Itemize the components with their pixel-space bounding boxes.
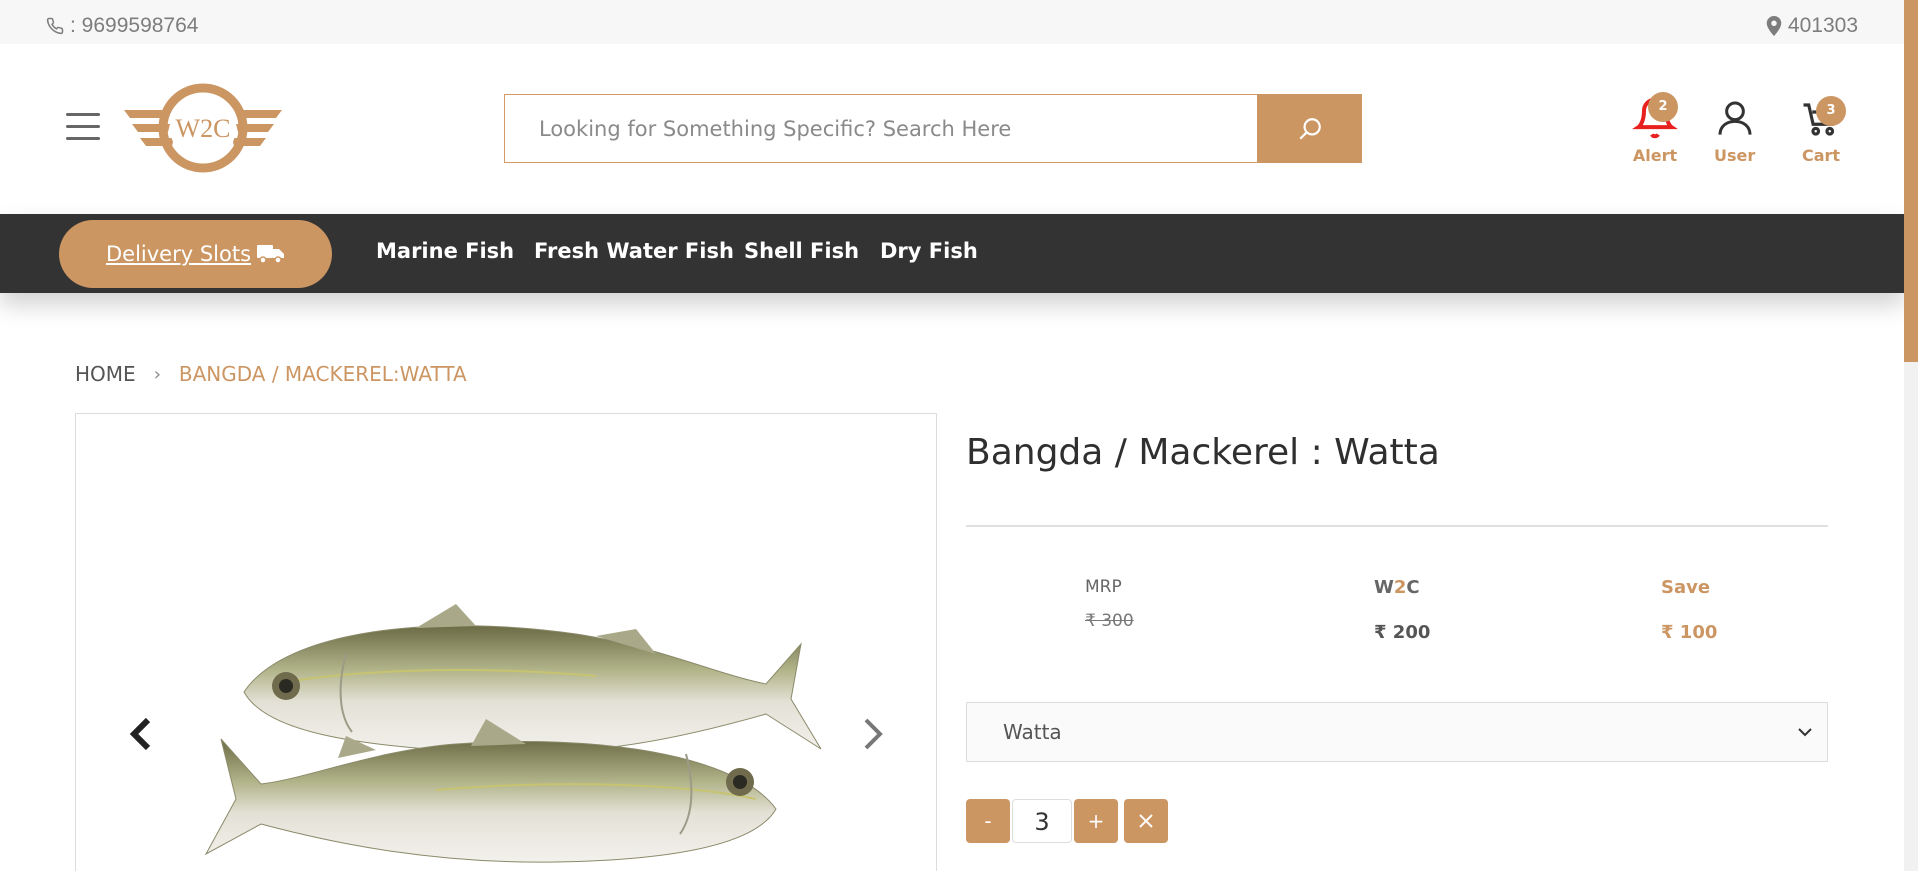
- user-icon: [1718, 101, 1752, 135]
- save-column: Save ₹ 100: [1661, 577, 1717, 643]
- increase-quantity-button[interactable]: +: [1074, 799, 1118, 843]
- svg-text:W2C: W2C: [176, 114, 231, 143]
- cart-count-badge: 3: [1816, 96, 1846, 126]
- delivery-slots-label: Delivery Slots: [105, 242, 252, 266]
- w2c-logo-icon: W2C: [124, 83, 282, 173]
- search-bar: [504, 94, 1362, 163]
- quantity-stepper: - 3 +: [966, 799, 1168, 843]
- category-nav: Delivery Slots Marine Fish Fresh Water F…: [0, 214, 1904, 293]
- variant-selected-value: Watta: [1003, 720, 1062, 744]
- breadcrumb: HOME › BANGDA / MACKEREL:WATTA: [75, 362, 467, 386]
- quantity-input[interactable]: 3: [1012, 799, 1072, 843]
- page-scrollbar[interactable]: [1904, 0, 1918, 871]
- chevron-right-icon: ›: [153, 363, 161, 385]
- site-logo[interactable]: W2C: [124, 80, 282, 176]
- menu-icon[interactable]: [66, 113, 100, 141]
- alert-button[interactable]: 2 Alert: [1631, 92, 1679, 165]
- product-title: Bangda / Mackerel : Watta: [966, 432, 1440, 473]
- w2c-price-column: W2C ₹ 200: [1374, 577, 1430, 643]
- map-pin-icon: [1766, 16, 1782, 36]
- truck-icon: [257, 245, 285, 264]
- location-pincode[interactable]: 401303: [1766, 14, 1858, 38]
- contact-phone[interactable]: : 9699598764: [46, 14, 198, 38]
- search-button[interactable]: [1257, 94, 1362, 163]
- search-input[interactable]: [504, 94, 1257, 163]
- product-image-carousel: [75, 413, 937, 871]
- phone-number: : 9699598764: [70, 14, 199, 37]
- w2c-price-label: W2C: [1374, 577, 1420, 598]
- cart-label: Cart: [1801, 146, 1841, 165]
- user-label: User: [1714, 146, 1756, 165]
- nav-fresh-water-fish[interactable]: Fresh Water Fish: [534, 239, 734, 263]
- mrp-value: ₹ 300: [1085, 611, 1134, 631]
- breadcrumb-home[interactable]: HOME: [75, 362, 136, 386]
- save-label: Save: [1661, 577, 1711, 598]
- search-icon: [1298, 117, 1321, 140]
- alert-count-badge: 2: [1648, 92, 1678, 122]
- remove-item-button[interactable]: [1124, 799, 1168, 843]
- nav-marine-fish[interactable]: Marine Fish: [376, 239, 514, 263]
- phone-icon: [46, 17, 64, 35]
- user-button[interactable]: User: [1714, 96, 1755, 165]
- breadcrumb-current: BANGDA / MACKEREL:WATTA: [178, 362, 467, 386]
- nav-dry-fish[interactable]: Dry Fish: [880, 239, 978, 263]
- mackerel-fish-image: [204, 604, 822, 863]
- scrollbar-thumb[interactable]: [1904, 0, 1918, 362]
- main-header: W2C 2 Alert User 3 Cart: [0, 44, 1904, 214]
- decrease-quantity-button[interactable]: -: [966, 799, 1010, 843]
- delivery-slots-button[interactable]: Delivery Slots: [59, 220, 332, 288]
- w2c-price-value: ₹ 200: [1374, 622, 1431, 643]
- nav-shell-fish[interactable]: Shell Fish: [744, 239, 859, 263]
- mrp-column: MRP ₹ 300: [1085, 577, 1134, 631]
- alert-label: Alert: [1632, 146, 1678, 165]
- variant-select[interactable]: Watta: [966, 702, 1828, 762]
- top-info-bar: : 9699598764 401303: [0, 0, 1904, 44]
- title-divider: [966, 525, 1828, 527]
- save-value: ₹ 100: [1661, 622, 1718, 643]
- chevron-down-icon: [1798, 728, 1812, 737]
- cart-button[interactable]: 3 Cart: [1800, 96, 1846, 165]
- mrp-label: MRP: [1085, 577, 1122, 597]
- pincode-text: 401303: [1787, 14, 1858, 37]
- close-icon: [1139, 814, 1153, 828]
